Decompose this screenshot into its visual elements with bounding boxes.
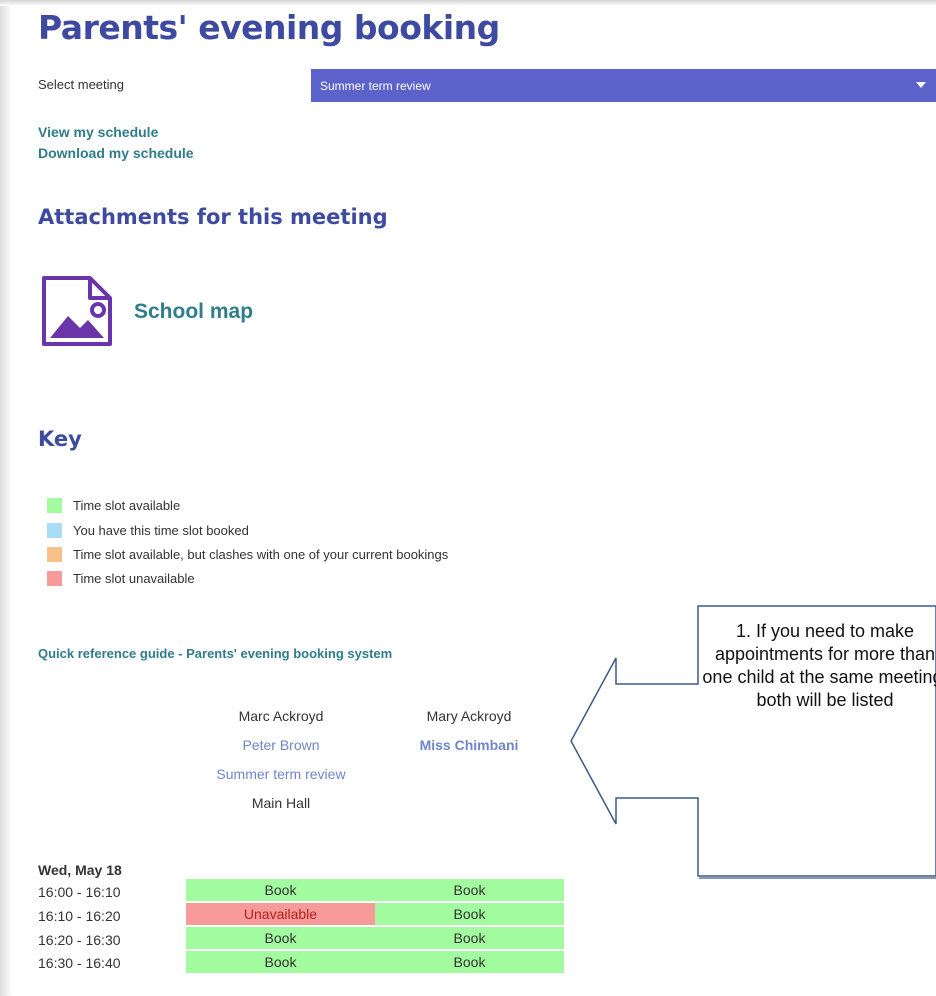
key-item-booked: You have this time slot booked [47, 523, 249, 538]
window-edge-shadow [0, 0, 12, 996]
select-meeting-label: Select meeting [38, 77, 124, 92]
orange-swatch [47, 547, 62, 562]
teacher-link-1[interactable]: Peter Brown [181, 737, 381, 753]
key-item-available: Time slot available [47, 498, 180, 513]
green-swatch [47, 498, 62, 513]
view-schedule-link[interactable]: View my schedule [38, 124, 158, 140]
meeting-select-value: Summer term review [320, 79, 431, 93]
blue-swatch [47, 523, 62, 538]
book-slot-button[interactable]: Book [375, 927, 564, 949]
image-file-icon[interactable] [40, 274, 114, 348]
teacher-link-2[interactable]: Miss Chimbani [369, 737, 569, 753]
school-map-link[interactable]: School map [134, 300, 253, 324]
student-name-1: Marc Ackroyd [238, 708, 324, 724]
page-title: Parents' evening booking [38, 8, 500, 47]
book-slot-button[interactable]: Book [375, 951, 564, 973]
callout-text: 1. If you need to make appointments for … [702, 621, 936, 710]
unavailable-slot: Unavailable [186, 903, 375, 925]
key-heading: Key [38, 427, 82, 451]
meeting-select[interactable]: Summer term review [311, 69, 936, 102]
key-item-unavailable: Time slot unavailable [47, 571, 195, 586]
chevron-down-icon [916, 82, 926, 88]
book-slot-button[interactable]: Book [186, 951, 375, 973]
book-slot-button[interactable]: Book [186, 927, 375, 949]
book-slot-button[interactable]: Book [375, 879, 564, 901]
meeting-name: Summer term review [216, 766, 346, 782]
red-swatch [47, 571, 62, 586]
key-item-clash: Time slot available, but clashes with on… [47, 547, 448, 562]
top-border [0, 0, 936, 6]
time-slot-label: 16:20 - 16:30 [38, 932, 121, 948]
book-slot-button[interactable]: Book [186, 879, 375, 901]
student-name-2: Mary Ackroyd [426, 708, 512, 724]
schedule-date: Wed, May 18 [38, 862, 122, 878]
location: Main Hall [251, 795, 311, 811]
quick-reference-guide-link[interactable]: Quick reference guide - Parents' evening… [38, 646, 392, 661]
time-slot-label: 16:10 - 16:20 [38, 908, 121, 924]
book-slot-button[interactable]: Book [375, 903, 564, 925]
download-schedule-link[interactable]: Download my schedule [38, 145, 194, 161]
time-slot-label: 16:30 - 16:40 [38, 955, 121, 971]
time-slot-label: 16:00 - 16:10 [38, 884, 121, 900]
attachments-heading: Attachments for this meeting [38, 205, 388, 229]
